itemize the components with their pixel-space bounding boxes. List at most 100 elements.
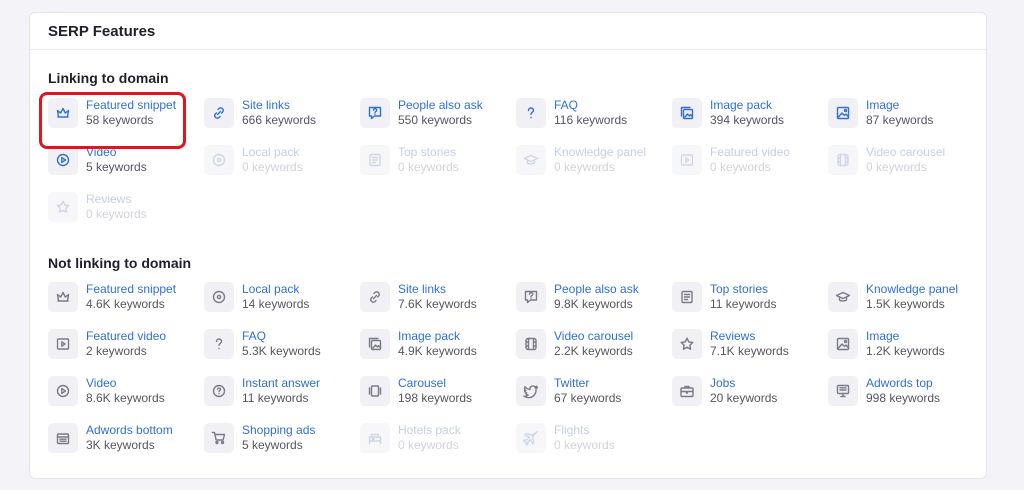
- carousel-icon: [360, 376, 390, 406]
- serp-feature-label[interactable]: Image: [866, 98, 933, 113]
- serp-feature-text: Local pack 0 keywords: [242, 145, 303, 175]
- serp-feature-label[interactable]: Top stories: [710, 282, 776, 297]
- serp-feature-label[interactable]: Local pack: [242, 282, 309, 297]
- serp-feature-label[interactable]: Image pack: [710, 98, 784, 113]
- serp-feature-label[interactable]: Featured snippet: [86, 282, 176, 297]
- serp-feature-item[interactable]: Image pack 4.9K keywords: [360, 324, 516, 364]
- serp-feature-label[interactable]: People also ask: [554, 282, 639, 297]
- serp-feature-label[interactable]: Adwords top: [866, 376, 940, 391]
- serp-feature-label[interactable]: Twitter: [554, 376, 621, 391]
- serp-feature-item[interactable]: Top stories 11 keywords: [672, 277, 828, 317]
- serp-feature-label[interactable]: Reviews: [710, 329, 789, 344]
- serp-feature-item[interactable]: Image 87 keywords: [828, 93, 984, 133]
- serp-feature-label[interactable]: FAQ: [554, 98, 627, 113]
- serp-feature-item[interactable]: Carousel 198 keywords: [360, 371, 516, 411]
- serp-feature-item[interactable]: Knowledge panel 1.5K keywords: [828, 277, 984, 317]
- serp-feature-count: 116 keywords: [554, 113, 628, 127]
- serp-feature-item[interactable]: FAQ 5.3K keywords: [204, 324, 360, 364]
- serp-feature-text: Adwords top 998 keywords: [866, 376, 940, 406]
- serp-feature-item[interactable]: People also ask 550 keywords: [360, 93, 516, 133]
- serp-feature-item[interactable]: Local pack 0 keywords: [204, 140, 360, 180]
- serp-feature-label[interactable]: Local pack: [242, 145, 303, 160]
- serp-feature-label[interactable]: FAQ: [242, 329, 321, 344]
- serp-feature-item[interactable]: Video 5 keywords: [48, 140, 204, 180]
- serp-feature-item[interactable]: Featured snippet 58 keywords: [48, 93, 204, 133]
- serp-feature-count: 3K keywords: [86, 438, 155, 452]
- serp-feature-label[interactable]: Image: [866, 329, 945, 344]
- serp-feature-label[interactable]: Image pack: [398, 329, 477, 344]
- serp-feature-item[interactable]: Video carousel 2.2K keywords: [516, 324, 672, 364]
- serp-feature-label[interactable]: Knowledge panel: [866, 282, 958, 297]
- serp-feature-text: Site links 666 keywords: [242, 98, 316, 128]
- film-icon: [516, 329, 546, 359]
- serp-feature-item[interactable]: People also ask 9.8K keywords: [516, 277, 672, 317]
- serp-feature-label[interactable]: Hotels pack: [398, 423, 461, 438]
- question-bubble-icon: [516, 282, 546, 312]
- serp-feature-item[interactable]: Image 1.2K keywords: [828, 324, 984, 364]
- serp-feature-label[interactable]: Carousel: [398, 376, 472, 391]
- serp-feature-text: Local pack 14 keywords: [242, 282, 309, 312]
- serp-feature-item[interactable]: Jobs 20 keywords: [672, 371, 828, 411]
- serp-feature-item[interactable]: Reviews 7.1K keywords: [672, 324, 828, 364]
- serp-feature-item[interactable]: FAQ 116 keywords: [516, 93, 672, 133]
- serp-feature-item[interactable]: Local pack 14 keywords: [204, 277, 360, 317]
- serp-feature-label[interactable]: Adwords bottom: [86, 423, 173, 438]
- serp-feature-item[interactable]: Shopping ads 5 keywords: [204, 418, 360, 458]
- serp-feature-label[interactable]: Jobs: [710, 376, 777, 391]
- serp-feature-item[interactable]: Image pack 394 keywords: [672, 93, 828, 133]
- serp-feature-label[interactable]: Flights: [554, 423, 615, 438]
- serp-feature-label[interactable]: Featured video: [86, 329, 166, 344]
- serp-feature-label[interactable]: Site links: [242, 98, 316, 113]
- serp-feature-label[interactable]: Shopping ads: [242, 423, 315, 438]
- serp-feature-item[interactable]: Site links 666 keywords: [204, 93, 360, 133]
- serp-feature-item[interactable]: Featured video 0 keywords: [672, 140, 828, 180]
- serp-feature-count: 666 keywords: [242, 113, 317, 127]
- ad-top-icon: [828, 376, 858, 406]
- serp-feature-text: Jobs 20 keywords: [710, 376, 777, 406]
- serp-feature-count: 0 keywords: [554, 160, 615, 174]
- serp-feature-item[interactable]: Reviews 0 keywords: [48, 187, 204, 227]
- serp-feature-item[interactable]: Twitter 67 keywords: [516, 371, 672, 411]
- cart-icon: [204, 423, 234, 453]
- serp-feature-text: People also ask 9.8K keywords: [554, 282, 639, 312]
- serp-feature-text: Knowledge panel 0 keywords: [554, 145, 646, 175]
- serp-feature-item[interactable]: Featured snippet 4.6K keywords: [48, 277, 204, 317]
- serp-feature-text: Top stories 0 keywords: [398, 145, 459, 175]
- serp-feature-label[interactable]: Knowledge panel: [554, 145, 646, 160]
- serp-feature-count: 11 keywords: [242, 391, 309, 405]
- serp-feature-label[interactable]: Site links: [398, 282, 477, 297]
- serp-feature-item[interactable]: Video 8.6K keywords: [48, 371, 204, 411]
- serp-feature-count: 8.6K keywords: [86, 391, 165, 405]
- serp-feature-item[interactable]: Video carousel 0 keywords: [828, 140, 984, 180]
- serp-feature-label[interactable]: Video: [86, 145, 147, 160]
- serp-feature-item[interactable]: Instant answer 11 keywords: [204, 371, 360, 411]
- serp-feature-item[interactable]: Adwords bottom 3K keywords: [48, 418, 204, 458]
- serp-feature-label[interactable]: Featured snippet: [86, 98, 176, 113]
- image-icon: [828, 329, 858, 359]
- serp-feature-label[interactable]: People also ask: [398, 98, 483, 113]
- serp-feature-label[interactable]: Video carousel: [866, 145, 945, 160]
- serp-feature-text: Twitter 67 keywords: [554, 376, 621, 406]
- serp-feature-item[interactable]: Top stories 0 keywords: [360, 140, 516, 180]
- serp-feature-label[interactable]: Featured video: [710, 145, 790, 160]
- serp-feature-item[interactable]: Featured video 2 keywords: [48, 324, 204, 364]
- serp-feature-label[interactable]: Video carousel: [554, 329, 633, 344]
- serp-feature-text: Featured video 2 keywords: [86, 329, 166, 359]
- hotel-icon: [360, 423, 390, 453]
- serp-feature-count: 58 keywords: [86, 113, 154, 127]
- serp-feature-text: Adwords bottom 3K keywords: [86, 423, 173, 453]
- serp-feature-item[interactable]: Hotels pack 0 keywords: [360, 418, 516, 458]
- serp-feature-text: Shopping ads 5 keywords: [242, 423, 315, 453]
- ad-bottom-icon: [48, 423, 78, 453]
- serp-feature-count: 4.9K keywords: [398, 344, 477, 358]
- serp-feature-text: FAQ 116 keywords: [554, 98, 627, 128]
- serp-feature-label[interactable]: Instant answer: [242, 376, 320, 391]
- serp-feature-item[interactable]: Adwords top 998 keywords: [828, 371, 984, 411]
- serp-feature-label[interactable]: Video: [86, 376, 165, 391]
- serp-feature-item[interactable]: Knowledge panel 0 keywords: [516, 140, 672, 180]
- serp-feature-item[interactable]: Site links 7.6K keywords: [360, 277, 516, 317]
- serp-feature-item[interactable]: Flights 0 keywords: [516, 418, 672, 458]
- serp-feature-count: 1.5K keywords: [866, 297, 945, 311]
- serp-feature-label[interactable]: Top stories: [398, 145, 459, 160]
- serp-feature-label[interactable]: Reviews: [86, 192, 147, 207]
